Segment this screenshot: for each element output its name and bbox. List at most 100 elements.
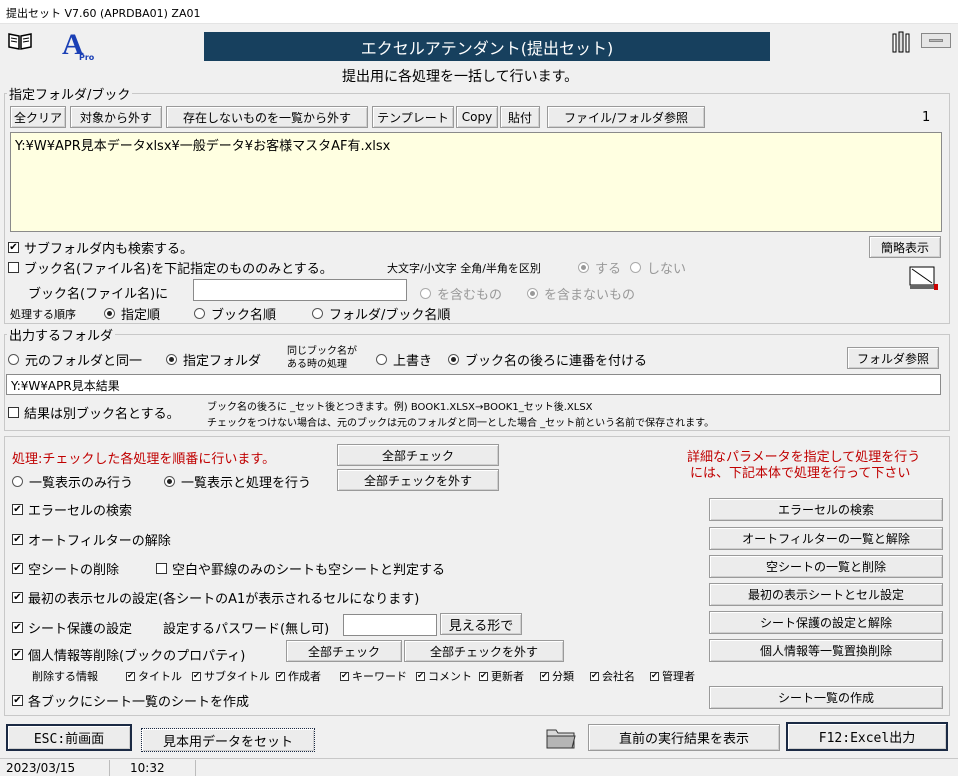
process-item-error-cell-box[interactable]: ✔: [12, 504, 23, 515]
process-item-empty-sheet[interactable]: ✔ 空シートの削除: [12, 559, 119, 578]
delete-updater-checkbox[interactable]: ✔ 更新者: [479, 668, 524, 684]
process-item-autofilter[interactable]: ✔ オートフィルターの解除: [12, 530, 171, 549]
output-folder-input[interactable]: Y:¥W¥APR見本結果: [6, 374, 941, 395]
process-item-sheet-list-box[interactable]: ✔: [12, 695, 23, 706]
list-and-process-radio[interactable]: 一覧表示と処理を行う: [164, 472, 311, 491]
separate-name-box[interactable]: [8, 407, 19, 418]
delete-manager-box[interactable]: ✔: [650, 671, 659, 681]
f12-excel-output-button[interactable]: F12:Excel出力: [786, 722, 948, 751]
delete-category-checkbox[interactable]: ✔ 分類: [540, 668, 574, 684]
delete-author-box[interactable]: ✔: [276, 671, 285, 681]
order-folder-radio-dot[interactable]: [312, 308, 323, 319]
edit-image-icon[interactable]: [908, 264, 940, 292]
process-item-first-cell[interactable]: ✔ 最初の表示セルの設定(各シートのA1が表示されるセルになります): [12, 588, 419, 607]
sheet-protect-button[interactable]: シート保護の設定と解除: [709, 611, 943, 634]
esc-back-button[interactable]: ESC:前画面: [6, 724, 132, 751]
simple-view-button[interactable]: 簡略表示: [869, 236, 941, 258]
blank-sheet-option-box[interactable]: [156, 563, 167, 574]
include-subfolders-checkbox[interactable]: ✔ サブフォルダ内も検索する。: [8, 238, 193, 257]
case-sensitive-radio[interactable]: する: [578, 258, 621, 277]
delete-title-box[interactable]: ✔: [126, 671, 135, 681]
filter-by-name-checkbox[interactable]: ブック名(ファイル名)を下記指定のもののみとする。: [8, 258, 333, 277]
delete-author-checkbox[interactable]: ✔ 作成者: [276, 668, 321, 684]
last-result-button[interactable]: 直前の実行結果を表示: [588, 724, 780, 751]
case-insensitive-radio[interactable]: しない: [630, 258, 686, 277]
personal-info-button[interactable]: 個人情報等一覧置換削除: [709, 639, 943, 662]
order-folder-radio[interactable]: フォルダ/ブック名順: [312, 304, 450, 323]
check-all-button[interactable]: 全部チェック: [337, 444, 499, 466]
delete-subtitle-box[interactable]: ✔: [192, 671, 201, 681]
serial-number-radio[interactable]: ブック名の後ろに連番を付ける: [448, 350, 647, 369]
paste-button[interactable]: 貼付: [500, 106, 540, 128]
show-password-button[interactable]: 見える形で: [440, 613, 522, 635]
order-bookname-radio[interactable]: ブック名順: [194, 304, 276, 323]
delete-keyword-box[interactable]: ✔: [340, 671, 349, 681]
case-insensitive-radio-dot[interactable]: [630, 262, 641, 273]
delete-manager-checkbox[interactable]: ✔ 管理者: [650, 668, 695, 684]
empty-sheet-list-button[interactable]: 空シートの一覧と削除: [709, 555, 943, 578]
sample-data-button[interactable]: 見本用データをセット: [141, 728, 315, 752]
include-subfolders-box[interactable]: ✔: [8, 242, 19, 253]
template-button[interactable]: テンプレート: [372, 106, 454, 128]
contains-radio-dot[interactable]: [420, 288, 431, 299]
path-list-textarea[interactable]: Y:¥W¥APR見本データxlsx¥一般データ¥お客様マスタAF有.xlsx: [10, 132, 942, 232]
list-only-radio-dot[interactable]: [12, 476, 23, 487]
sheet-list-button[interactable]: シート一覧の作成: [709, 686, 943, 709]
error-cell-search-button[interactable]: エラーセルの検索: [709, 498, 943, 521]
dest-same-radio-dot[interactable]: [8, 354, 19, 365]
delete-company-checkbox[interactable]: ✔ 会社名: [590, 668, 635, 684]
filter-by-name-box[interactable]: [8, 262, 19, 273]
autofilter-list-button[interactable]: オートフィルターの一覧と解除: [709, 527, 943, 550]
process-item-sheet-protect-box[interactable]: ✔: [12, 622, 23, 633]
overwrite-radio-dot[interactable]: [376, 354, 387, 365]
overwrite-radio[interactable]: 上書き: [376, 350, 432, 369]
delete-company-box[interactable]: ✔: [590, 671, 599, 681]
not-contains-radio-dot[interactable]: [527, 288, 538, 299]
path-list-item[interactable]: Y:¥W¥APR見本データxlsx¥一般データ¥お客様マスタAF有.xlsx: [15, 139, 390, 154]
contains-radio[interactable]: を含むもの: [420, 284, 502, 303]
process-item-personal-info[interactable]: ✔ 個人情報等削除(ブックのプロパティ): [12, 645, 245, 664]
delete-keyword-checkbox[interactable]: ✔ キーワード: [340, 668, 407, 684]
minimize-toggle-icon[interactable]: [921, 33, 951, 48]
dest-specified-radio[interactable]: 指定フォルダ: [166, 350, 261, 369]
personal-uncheck-all-button[interactable]: 全部チェックを外す: [404, 640, 564, 662]
delete-subtitle-checkbox[interactable]: ✔ サブタイトル: [192, 668, 270, 684]
blank-sheet-option-checkbox[interactable]: 空白や罫線のみのシートも空シートと判定する: [156, 559, 445, 578]
password-input[interactable]: [343, 614, 437, 636]
order-bookname-radio-dot[interactable]: [194, 308, 205, 319]
serial-number-radio-dot[interactable]: [448, 354, 459, 365]
clear-all-button[interactable]: 全クリア: [10, 106, 66, 128]
process-item-autofilter-box[interactable]: ✔: [12, 534, 23, 545]
exclude-button[interactable]: 対象から外す: [70, 106, 162, 128]
file-folder-browse-button[interactable]: ファイル/フォルダ参照: [547, 106, 705, 128]
order-specified-radio-dot[interactable]: [104, 308, 115, 319]
process-item-personal-info-box[interactable]: ✔: [12, 649, 23, 660]
dest-specified-radio-dot[interactable]: [166, 354, 177, 365]
process-item-empty-sheet-box[interactable]: ✔: [12, 563, 23, 574]
uncheck-all-button[interactable]: 全部チェックを外す: [337, 469, 499, 491]
delete-category-box[interactable]: ✔: [540, 671, 549, 681]
dest-same-radio[interactable]: 元のフォルダと同一: [8, 350, 142, 369]
process-item-first-cell-box[interactable]: ✔: [12, 592, 23, 603]
process-item-sheet-protect[interactable]: ✔ シート保護の設定: [12, 618, 132, 637]
folder-browse-button[interactable]: フォルダ参照: [847, 347, 939, 369]
personal-check-all-button[interactable]: 全部チェック: [286, 640, 402, 662]
separate-name-checkbox[interactable]: 結果は別ブック名とする。: [8, 403, 180, 422]
list-and-process-radio-dot[interactable]: [164, 476, 175, 487]
order-specified-radio[interactable]: 指定順: [104, 304, 160, 323]
process-item-sheet-list[interactable]: ✔ 各ブックにシート一覧のシートを作成: [12, 691, 249, 710]
first-cell-setting-button[interactable]: 最初の表示シートとセル設定: [709, 583, 943, 606]
list-only-radio[interactable]: 一覧表示のみ行う: [12, 472, 133, 491]
delete-comment-box[interactable]: ✔: [416, 671, 425, 681]
process-item-error-cell[interactable]: ✔ エラーセルの検索: [12, 500, 132, 519]
not-contains-radio[interactable]: を含まないもの: [527, 284, 635, 303]
book-name-input[interactable]: [193, 279, 407, 301]
copy-button[interactable]: Copy: [456, 106, 498, 128]
delete-title-checkbox[interactable]: ✔ タイトル: [126, 668, 182, 684]
delete-updater-box[interactable]: ✔: [479, 671, 488, 681]
delete-comment-checkbox[interactable]: ✔ コメント: [416, 668, 472, 684]
clip-icon[interactable]: [889, 30, 913, 54]
remove-missing-button[interactable]: 存在しないものを一覧から外す: [166, 106, 368, 128]
case-sensitive-radio-dot[interactable]: [578, 262, 589, 273]
book-icon[interactable]: [8, 32, 32, 50]
